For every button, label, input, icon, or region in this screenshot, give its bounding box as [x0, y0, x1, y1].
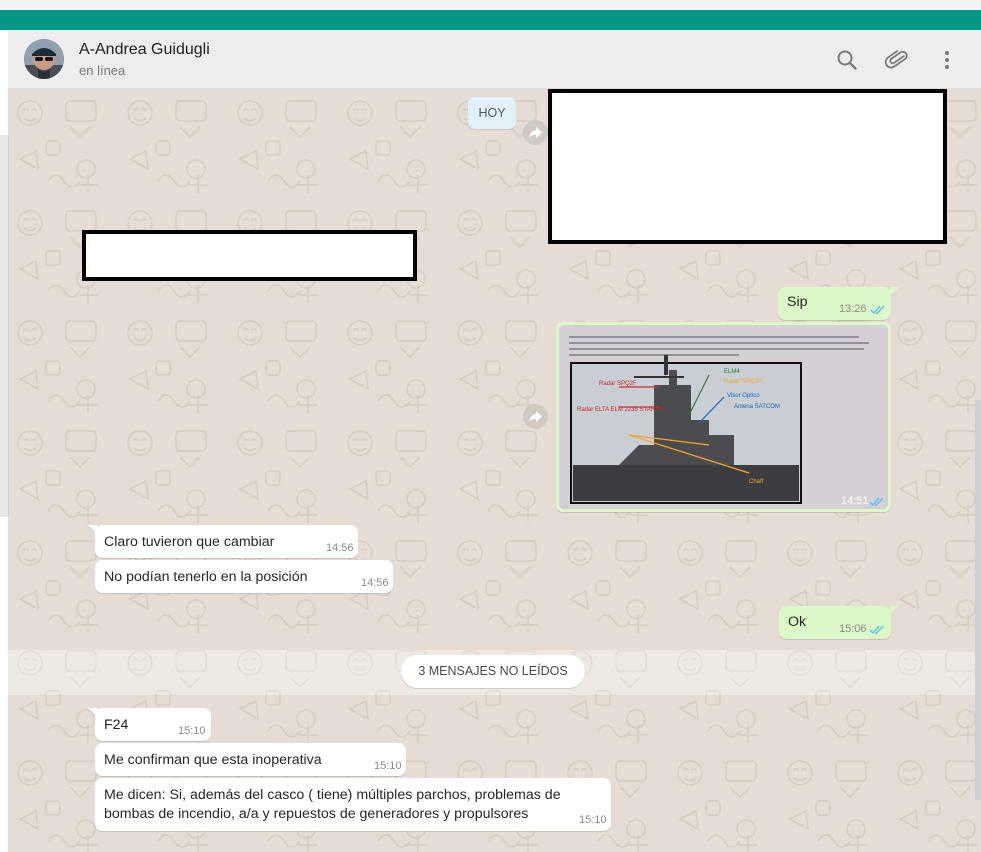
app-accent-bar [0, 10, 981, 30]
message-text: Ok [788, 614, 807, 630]
date-separator: HOY [468, 97, 516, 129]
message-time: 15:06 [839, 623, 867, 635]
scrollbar[interactable] [975, 400, 981, 800]
image-message[interactable]: Radar SPQ2F Radar ELTA ELM 2238 STAR 3D … [556, 322, 891, 512]
contact-name[interactable]: A-Andrea Guidugli [79, 41, 210, 59]
image-label: Radar SPQ2F [599, 381, 637, 387]
message-text-line: Me dicen: Si, además del casco ( tiene) … [104, 787, 561, 803]
read-ticks-icon [869, 497, 884, 507]
image-thumbnail[interactable]: Radar SPQ2F Radar ELTA ELM 2238 STAR 3D … [559, 325, 888, 509]
message-time: 14:56 [361, 577, 389, 589]
message-bubble-in[interactable]: Me confirman que esta inoperativa 15:10 [95, 743, 406, 776]
message-bubble-in[interactable]: No podían tenerlo en la posición 14:56 [95, 560, 393, 593]
redacted-block [82, 230, 417, 281]
menu-icon[interactable] [934, 47, 960, 73]
message-text: F24 [104, 717, 129, 733]
forward-icon[interactable] [523, 404, 548, 429]
message-text: No podían tenerlo en la posición [104, 569, 308, 585]
read-ticks-icon [869, 625, 884, 635]
bubble-tail [890, 287, 899, 295]
chat-header: A-Andrea Guidugli en línea [8, 30, 981, 89]
bubble-tail [890, 606, 899, 614]
message-time: 15:10 [374, 760, 402, 772]
read-ticks-icon [870, 305, 885, 315]
avatar[interactable] [24, 39, 64, 79]
message-text: Sip [787, 294, 808, 310]
unread-messages-badge: 3 MENSAJES NO LEÍDOS [401, 655, 585, 688]
window-top-strip [0, 0, 981, 10]
image-label: Visor Optico [727, 393, 760, 399]
conversation-panel[interactable]: HOY Sip 13:26 Radar SPQ2F Radar ELTA ELM… [8, 89, 981, 852]
image-label: Chaff [749, 479, 764, 485]
search-icon[interactable] [834, 47, 860, 73]
message-text: Me confirman que esta inoperativa [104, 752, 322, 768]
message-time: 13:26 [839, 303, 867, 315]
forward-icon[interactable] [523, 120, 548, 145]
attach-icon[interactable] [884, 47, 910, 73]
image-label: ELM4 [724, 369, 740, 375]
image-label: Radar ELTA ELM 2238 STAR 3D [577, 407, 665, 413]
message-time: 15:10 [579, 814, 607, 826]
message-text: Claro tuvieron que cambiar [104, 534, 275, 550]
message-bubble-out[interactable]: Ok 15:06 [779, 606, 891, 639]
message-time: 14:51 [841, 495, 869, 507]
message-bubble-out[interactable]: Sip 13:26 [778, 287, 891, 320]
message-bubble-in[interactable]: Me dicen: Si, además del casco ( tiene) … [95, 778, 611, 831]
image-label: Radar SPQ2F [724, 379, 762, 385]
message-bubble-in[interactable]: F24 15:10 [95, 708, 211, 741]
message-text-line: bombas de incendio, a/a y repuestos de g… [104, 806, 529, 822]
message-bubble-in[interactable]: Claro tuvieron que cambiar 14:56 [95, 525, 358, 558]
sidebar-edge [0, 135, 9, 517]
contact-status: en línea [79, 63, 126, 78]
message-time: 15:10 [178, 725, 206, 737]
message-time: 14:56 [326, 542, 354, 554]
image-label: Antena SATCOM [734, 404, 780, 410]
redacted-block [548, 89, 947, 244]
